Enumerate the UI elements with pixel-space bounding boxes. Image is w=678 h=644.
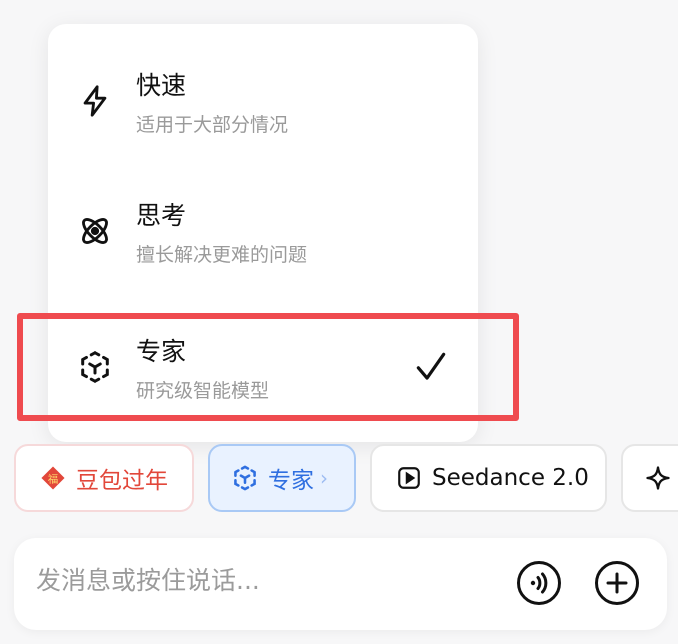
add-button[interactable] (594, 560, 640, 606)
menu-item-subtitle: 适用于大部分情况 (136, 114, 289, 136)
lightning-icon (76, 82, 114, 120)
menu-item-title: 快速 (136, 71, 187, 100)
voice-wave-icon (517, 561, 561, 605)
menu-item-fast[interactable]: 快速 适用于大部分情况 (48, 44, 478, 166)
menu-item-expert[interactable]: 专家 研究级智能模型 (48, 310, 478, 432)
message-input-bar (14, 538, 667, 630)
svg-text:福: 福 (48, 473, 59, 486)
fu-icon: 福 (38, 463, 68, 493)
message-input[interactable] (36, 566, 476, 595)
menu-item-title: 思考 (136, 201, 187, 230)
atom-icon (76, 212, 114, 250)
cube-icon (76, 348, 114, 386)
voice-call-button[interactable] (516, 560, 562, 606)
chip-label: 专家 (268, 468, 314, 494)
menu-item-subtitle: 研究级智能模型 (136, 380, 270, 402)
cube-icon (230, 463, 260, 493)
chip-more[interactable] (621, 444, 678, 512)
chip-seedance[interactable]: Seedance 2.0 (370, 444, 607, 512)
chip-newyear[interactable]: 福 豆包过年 (14, 444, 194, 512)
sparkle-icon (643, 463, 673, 493)
checkmark-icon (412, 348, 450, 386)
plus-circle-icon (595, 561, 639, 605)
menu-item-title: 专家 (136, 337, 187, 366)
chip-label: 豆包过年 (76, 468, 168, 494)
menu-item-subtitle: 擅长解决更难的问题 (136, 244, 308, 266)
play-icon (394, 463, 424, 493)
menu-item-think[interactable]: 思考 擅长解决更难的问题 (48, 174, 478, 296)
chip-expert[interactable]: 专家 › (208, 444, 356, 512)
chevron-right-icon: › (320, 466, 328, 490)
mode-dropdown-menu: 快速 适用于大部分情况 思考 擅长解决更难的问题 专家 研究级智能模型 (48, 24, 478, 442)
chip-label: Seedance 2.0 (432, 465, 589, 491)
